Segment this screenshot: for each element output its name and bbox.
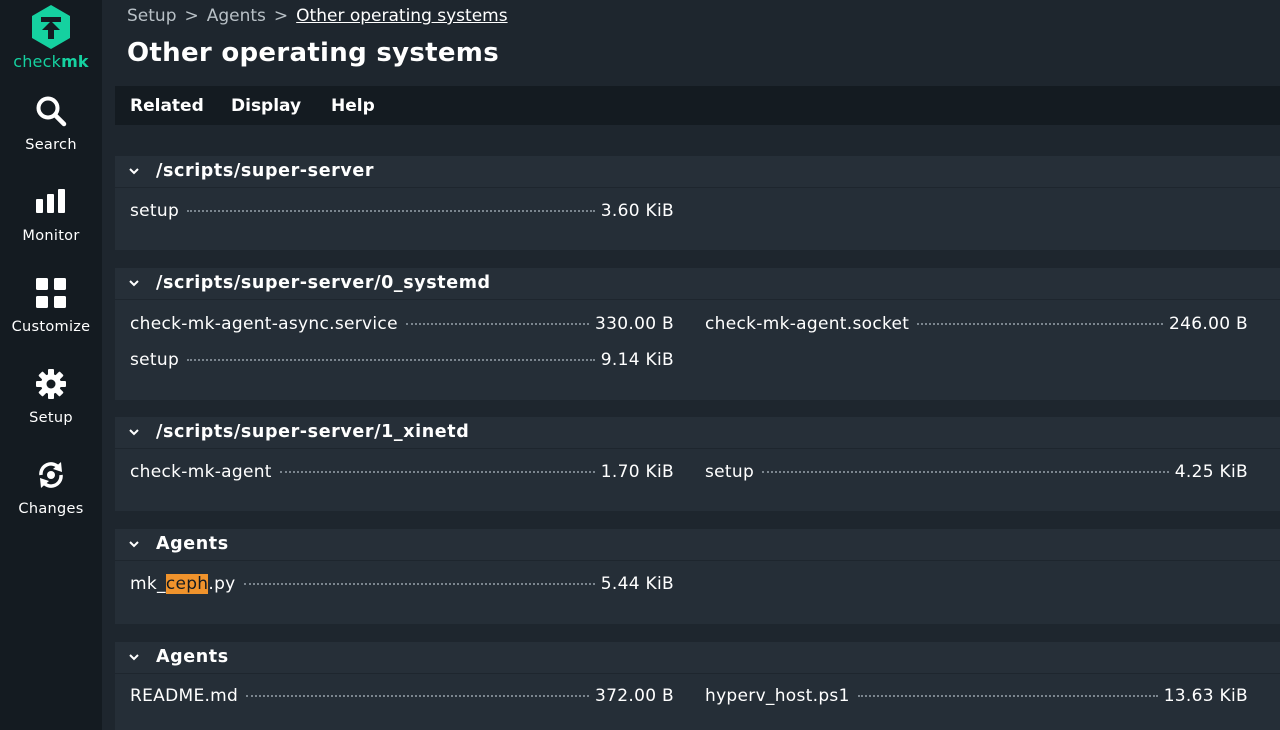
page-menu-bar: Related Display Help bbox=[115, 86, 1280, 125]
file-link[interactable]: check-mk-agent 1.70 KiB bbox=[130, 462, 674, 486]
file-name: check-mk-agent.socket bbox=[705, 314, 910, 334]
dot-leader bbox=[762, 471, 1169, 473]
file-name: hyperv_host.ps1 bbox=[705, 686, 850, 706]
checkmk-logo-icon bbox=[32, 5, 70, 49]
dot-leader bbox=[917, 323, 1164, 325]
breadcrumb: Setup > Agents > Other operating systems bbox=[127, 6, 508, 26]
file-link[interactable]: check-mk-agent-async.service 330.00 B bbox=[130, 314, 674, 338]
logo-text: checkmk bbox=[13, 52, 89, 71]
setup-gear-icon bbox=[0, 366, 102, 402]
file-name: setup bbox=[130, 201, 180, 221]
nav-customize[interactable]: Customize bbox=[0, 275, 102, 335]
nav-monitor-label: Monitor bbox=[22, 228, 80, 244]
monitor-icon bbox=[0, 184, 102, 220]
file-size: 330.00 B bbox=[595, 314, 674, 334]
page-title: Other operating systems bbox=[127, 38, 499, 68]
file-name: check-mk-agent-async.service bbox=[130, 314, 398, 334]
dot-leader bbox=[187, 210, 595, 212]
nav-changes-label: Changes bbox=[18, 501, 84, 517]
file-name: README.md bbox=[130, 686, 239, 706]
section-title: /scripts/super-server/0_systemd bbox=[156, 273, 491, 293]
customize-icon bbox=[0, 275, 102, 311]
file-name: setup bbox=[705, 462, 755, 482]
nav-setup-label: Setup bbox=[29, 410, 73, 426]
file-name: mk_ceph.py bbox=[130, 574, 236, 594]
nav-monitor[interactable]: Monitor bbox=[0, 184, 102, 244]
file-section: /scripts/super-server/0_systemd check-mk… bbox=[115, 268, 1280, 400]
nav-search-label: Search bbox=[25, 137, 77, 153]
checkmk-logo[interactable]: checkmk bbox=[0, 4, 102, 71]
search-highlight: ceph bbox=[165, 574, 209, 594]
file-size: 5.44 KiB bbox=[600, 574, 674, 594]
dot-leader bbox=[243, 583, 595, 585]
file-section: Agents mk_ceph.py 5.44 KiB bbox=[115, 529, 1280, 624]
file-section: Agents README.md 372.00 B hyperv_host.ps1… bbox=[115, 642, 1280, 730]
dot-leader bbox=[857, 695, 1158, 697]
file-link[interactable]: setup 3.60 KiB bbox=[130, 201, 674, 225]
nav-setup[interactable]: Setup bbox=[0, 366, 102, 426]
file-size: 372.00 B bbox=[595, 686, 674, 706]
file-size: 1.70 KiB bbox=[600, 462, 674, 482]
file-link[interactable]: setup 4.25 KiB bbox=[705, 462, 1248, 486]
breadcrumb-separator: > bbox=[184, 6, 199, 26]
file-link[interactable]: check-mk-agent.socket 246.00 B bbox=[705, 314, 1248, 338]
section-title: Agents bbox=[156, 534, 229, 554]
dot-leader bbox=[246, 695, 590, 697]
section-header[interactable]: /scripts/super-server/1_xinetd bbox=[115, 417, 1280, 449]
menu-related[interactable]: Related bbox=[130, 96, 204, 116]
sidebar: checkmk Search Monitor Customize Setup C… bbox=[0, 0, 102, 730]
chevron-down-icon bbox=[129, 541, 139, 548]
section-title: /scripts/super-server/1_xinetd bbox=[156, 422, 470, 442]
section-title: Agents bbox=[156, 647, 229, 667]
section-header[interactable]: Agents bbox=[115, 642, 1280, 674]
section-title: /scripts/super-server bbox=[156, 161, 375, 181]
breadcrumb-agents[interactable]: Agents bbox=[207, 6, 266, 26]
chevron-down-icon bbox=[129, 168, 139, 175]
file-section: /scripts/super-server/1_xinetd check-mk-… bbox=[115, 417, 1280, 511]
chevron-down-icon bbox=[129, 280, 139, 287]
dot-leader bbox=[405, 323, 590, 325]
breadcrumb-setup[interactable]: Setup bbox=[127, 6, 176, 26]
file-link[interactable]: setup 9.14 KiB bbox=[130, 350, 674, 374]
menu-help[interactable]: Help bbox=[331, 96, 375, 116]
chevron-down-icon bbox=[129, 654, 139, 661]
file-size: 4.25 KiB bbox=[1174, 462, 1248, 482]
file-section: /scripts/super-server setup 3.60 KiB bbox=[115, 156, 1280, 250]
file-size: 246.00 B bbox=[1169, 314, 1248, 334]
file-size: 13.63 KiB bbox=[1163, 686, 1248, 706]
nav-search[interactable]: Search bbox=[0, 93, 102, 153]
breadcrumb-separator: > bbox=[273, 6, 289, 26]
dot-leader bbox=[279, 471, 595, 473]
file-link[interactable]: README.md 372.00 B bbox=[130, 686, 674, 710]
section-header[interactable]: /scripts/super-server/0_systemd bbox=[115, 268, 1280, 300]
nav-changes[interactable]: Changes bbox=[0, 457, 102, 517]
file-name: check-mk-agent bbox=[130, 462, 272, 482]
chevron-down-icon bbox=[129, 429, 139, 436]
search-icon bbox=[0, 93, 102, 129]
file-link[interactable]: hyperv_host.ps1 13.63 KiB bbox=[705, 686, 1248, 710]
section-header[interactable]: /scripts/super-server bbox=[115, 156, 1280, 188]
file-name: setup bbox=[130, 350, 180, 370]
file-size: 9.14 KiB bbox=[600, 350, 674, 370]
nav-customize-label: Customize bbox=[11, 319, 91, 335]
section-header[interactable]: Agents bbox=[115, 529, 1280, 561]
changes-icon bbox=[0, 457, 102, 493]
breadcrumb-current[interactable]: Other operating systems bbox=[296, 6, 507, 26]
menu-display[interactable]: Display bbox=[231, 96, 301, 116]
dot-leader bbox=[187, 359, 595, 361]
file-link[interactable]: mk_ceph.py 5.44 KiB bbox=[130, 574, 674, 598]
file-size: 3.60 KiB bbox=[600, 201, 674, 221]
